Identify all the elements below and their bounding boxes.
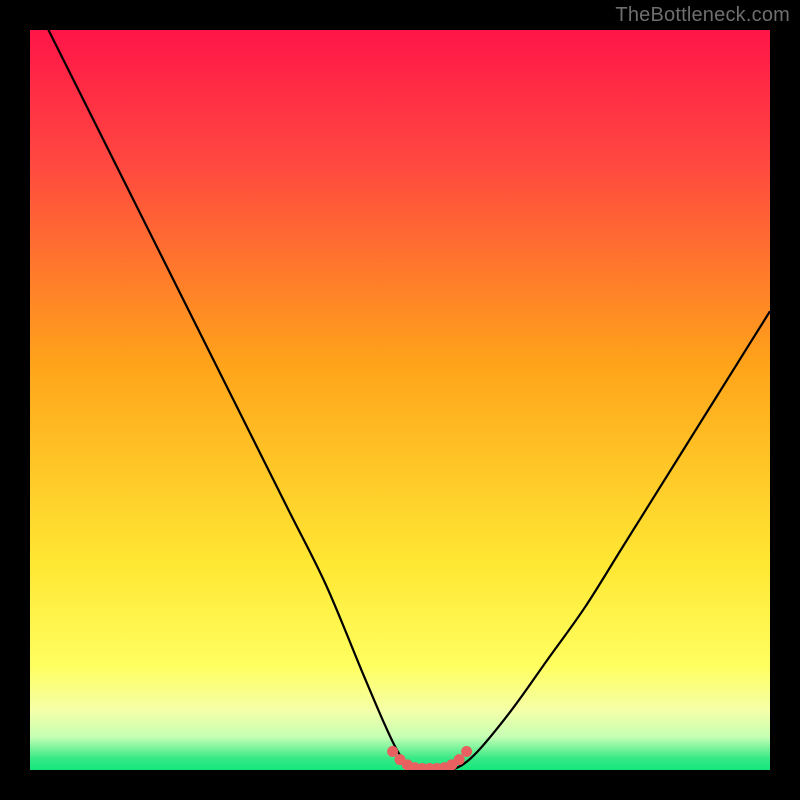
gradient-background <box>30 30 770 770</box>
chart-svg <box>30 30 770 770</box>
plateau-marker <box>461 746 472 757</box>
plateau-marker <box>454 754 465 765</box>
chart-frame: TheBottleneck.com <box>0 0 800 800</box>
watermark-text: TheBottleneck.com <box>615 4 790 27</box>
plot-area <box>30 30 770 770</box>
plateau-marker <box>387 746 398 757</box>
